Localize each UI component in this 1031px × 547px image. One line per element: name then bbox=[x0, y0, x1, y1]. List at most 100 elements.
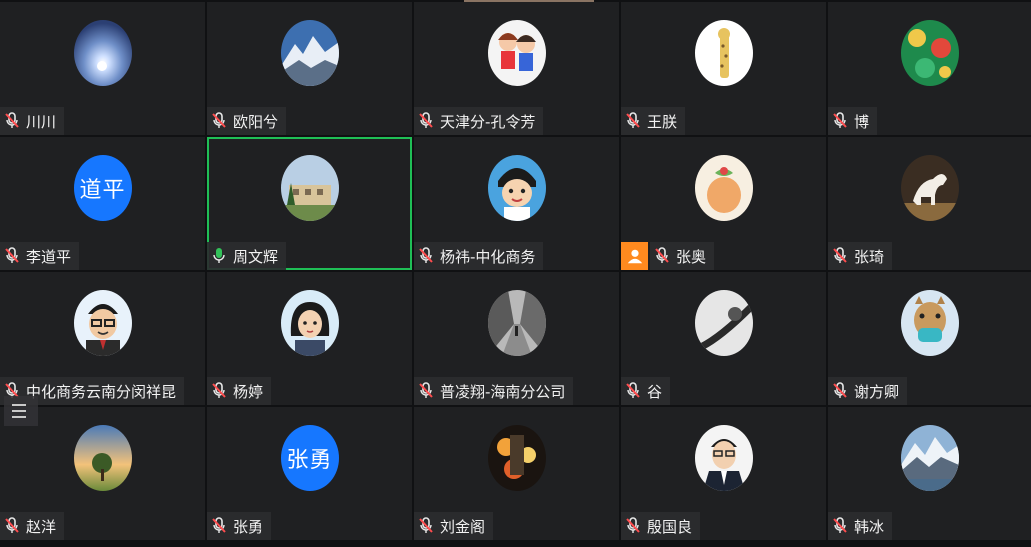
participant-tile[interactable]: 川川 bbox=[0, 2, 205, 135]
mic-muted-icon[interactable] bbox=[832, 247, 848, 265]
participant-tile[interactable]: 普凌翔-海南分公司 bbox=[414, 272, 619, 405]
mic-muted-icon[interactable] bbox=[418, 517, 434, 535]
name-bar: 天津分-孔令芳 bbox=[414, 107, 544, 135]
mic-muted-icon[interactable] bbox=[832, 112, 848, 130]
mic-muted-icon[interactable] bbox=[625, 112, 641, 130]
avatar bbox=[487, 425, 546, 491]
participant-name: 杨祎-中化商务 bbox=[440, 247, 536, 266]
avatar bbox=[900, 155, 959, 221]
mic-muted-icon[interactable] bbox=[211, 517, 227, 535]
name-bar: 欧阳兮 bbox=[207, 107, 287, 135]
participant-name: 博 bbox=[854, 112, 870, 131]
participant-name: 周文辉 bbox=[233, 247, 279, 266]
participant-name: 欧阳兮 bbox=[233, 112, 279, 131]
name-bar: 谷 bbox=[621, 377, 671, 405]
participant-tile[interactable]: 赵洋 bbox=[0, 407, 205, 540]
participant-tile[interactable]: 欧阳兮 bbox=[207, 2, 412, 135]
participant-tile[interactable]: 张勇 张勇 bbox=[207, 407, 412, 540]
avatar bbox=[73, 290, 132, 356]
avatar bbox=[900, 425, 959, 491]
participant-tile[interactable]: 博 bbox=[828, 2, 1031, 135]
name-bar: 谢方卿 bbox=[828, 377, 908, 405]
name-bar: 川川 bbox=[0, 107, 65, 135]
participant-name: 谷 bbox=[647, 382, 663, 401]
participant-tile-active-speaker[interactable]: 周文辉 bbox=[207, 137, 412, 270]
mic-muted-icon[interactable] bbox=[654, 247, 670, 265]
mic-muted-icon[interactable] bbox=[418, 247, 434, 265]
participant-name: 殷国良 bbox=[647, 517, 693, 536]
participant-tile[interactable]: 张奥 bbox=[621, 137, 826, 270]
participant-tile[interactable]: 谷 bbox=[621, 272, 826, 405]
participant-tile[interactable]: 王朕 bbox=[621, 2, 826, 135]
name-bar: 杨婷 bbox=[207, 377, 272, 405]
participant-name: 张勇 bbox=[233, 517, 264, 536]
name-bar: 殷国良 bbox=[621, 512, 701, 540]
name-bar: 赵洋 bbox=[0, 512, 65, 540]
avatar bbox=[73, 20, 132, 86]
avatar bbox=[694, 290, 753, 356]
list-icon[interactable] bbox=[4, 396, 38, 426]
name-bar: 杨祎-中化商务 bbox=[414, 242, 544, 270]
mic-muted-icon[interactable] bbox=[4, 112, 20, 130]
participant-tile[interactable]: 韩冰 bbox=[828, 407, 1031, 540]
participant-name: 张琦 bbox=[854, 247, 885, 266]
participant-name: 中化商务云南分闵祥昆 bbox=[26, 382, 177, 401]
name-bar: 韩冰 bbox=[828, 512, 893, 540]
text-avatar: 张勇 bbox=[280, 425, 339, 491]
mic-muted-icon[interactable] bbox=[211, 112, 227, 130]
avatar bbox=[280, 155, 339, 221]
mic-muted-icon[interactable] bbox=[4, 247, 20, 265]
participant-tile[interactable]: 中化商务云南分闵祥昆 bbox=[0, 272, 205, 405]
name-bar: 刘金阁 bbox=[414, 512, 494, 540]
mic-muted-icon[interactable] bbox=[418, 112, 434, 130]
avatar bbox=[694, 20, 753, 86]
name-bar: 张勇 bbox=[207, 512, 272, 540]
name-bar: 王朕 bbox=[621, 107, 686, 135]
avatar bbox=[487, 20, 546, 86]
mic-speaking-icon[interactable] bbox=[211, 247, 227, 265]
participant-tile[interactable]: 谢方卿 bbox=[828, 272, 1031, 405]
name-bar: 周文辉 bbox=[207, 242, 287, 270]
profile-icon[interactable] bbox=[621, 242, 648, 270]
participant-name: 赵洋 bbox=[26, 517, 57, 536]
avatar bbox=[694, 425, 753, 491]
participant-tile[interactable]: 杨祎-中化商务 bbox=[414, 137, 619, 270]
participant-tile[interactable]: 殷国良 bbox=[621, 407, 826, 540]
mic-muted-icon[interactable] bbox=[211, 382, 227, 400]
avatar bbox=[280, 20, 339, 86]
name-bar: 张琦 bbox=[828, 242, 893, 270]
participant-name: 刘金阁 bbox=[440, 517, 486, 536]
avatar bbox=[280, 290, 339, 356]
mic-muted-icon[interactable] bbox=[625, 517, 641, 535]
participant-name: 普凌翔-海南分公司 bbox=[440, 382, 566, 401]
name-bar: 普凌翔-海南分公司 bbox=[414, 377, 574, 405]
avatar bbox=[900, 20, 959, 86]
mic-muted-icon[interactable] bbox=[832, 517, 848, 535]
mic-muted-icon[interactable] bbox=[832, 382, 848, 400]
participant-name: 韩冰 bbox=[854, 517, 885, 536]
participant-tile[interactable]: 刘金阁 bbox=[414, 407, 619, 540]
participant-tile[interactable]: 张琦 bbox=[828, 137, 1031, 270]
avatar bbox=[73, 425, 132, 491]
name-bar: 李道平 bbox=[0, 242, 80, 270]
participant-name: 川川 bbox=[26, 112, 57, 131]
participant-name: 李道平 bbox=[26, 247, 72, 266]
participant-name: 杨婷 bbox=[233, 382, 264, 401]
mic-muted-icon[interactable] bbox=[625, 382, 641, 400]
avatar bbox=[900, 290, 959, 356]
text-avatar: 道平 bbox=[73, 155, 132, 221]
participant-name: 天津分-孔令芳 bbox=[440, 112, 536, 131]
mic-muted-icon[interactable] bbox=[4, 517, 20, 535]
avatar bbox=[487, 155, 546, 221]
video-grid: 川川 欧阳兮 天津分-孔令芳 王朕 博 道平 李道平 周文辉 杨祎-中化商务 张… bbox=[0, 0, 1031, 547]
name-bar: 张奥 bbox=[650, 242, 715, 270]
participant-tile[interactable]: 天津分-孔令芳 bbox=[414, 2, 619, 135]
participant-tile[interactable]: 杨婷 bbox=[207, 272, 412, 405]
participant-name: 谢方卿 bbox=[854, 382, 900, 401]
participant-name: 张奥 bbox=[676, 247, 707, 266]
mic-muted-icon[interactable] bbox=[418, 382, 434, 400]
participant-tile[interactable]: 道平 李道平 bbox=[0, 137, 205, 270]
participant-name: 王朕 bbox=[647, 112, 678, 131]
avatar bbox=[694, 155, 753, 221]
name-bar: 博 bbox=[828, 107, 878, 135]
